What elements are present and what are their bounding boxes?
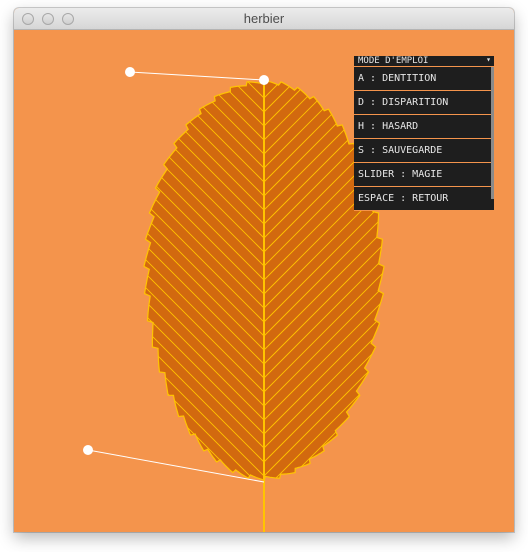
menu-item-dentition[interactable]: A : DENTITION [354, 67, 494, 91]
dropdown-header[interactable]: MODE D'EMPLOI ▾ [354, 55, 494, 67]
app-window: herbier MODE D'EMPLOI ▾ A : DENTITION D … [14, 8, 514, 532]
dropdown-scrollbar[interactable] [491, 67, 494, 199]
top-handle-line [129, 71, 265, 81]
dropdown-header-label: MODE D'EMPLOI [358, 56, 429, 66]
menu-item-magie[interactable]: SLIDER : MAGIE [354, 163, 494, 187]
tip-control-handle[interactable] [259, 75, 269, 85]
instructions-dropdown[interactable]: MODE D'EMPLOI ▾ A : DENTITION D : DISPAR… [354, 55, 494, 211]
bottom-control-handle[interactable] [83, 445, 93, 455]
window-title: herbier [243, 11, 285, 26]
top-control-handle[interactable] [125, 67, 135, 77]
vein-line [124, 30, 264, 70]
menu-item-disparition[interactable]: D : DISPARITION [354, 91, 494, 115]
drawing-canvas[interactable]: MODE D'EMPLOI ▾ A : DENTITION D : DISPAR… [14, 30, 514, 532]
triangle-down-icon: ▾ [486, 55, 491, 64]
title-bar: herbier [14, 8, 514, 30]
menu-item-sauvegarde[interactable]: S : SAUVEGARDE [354, 139, 494, 163]
menu-item-retour[interactable]: ESPACE : RETOUR [354, 187, 494, 211]
menu-item-hasard[interactable]: H : HASARD [354, 115, 494, 139]
